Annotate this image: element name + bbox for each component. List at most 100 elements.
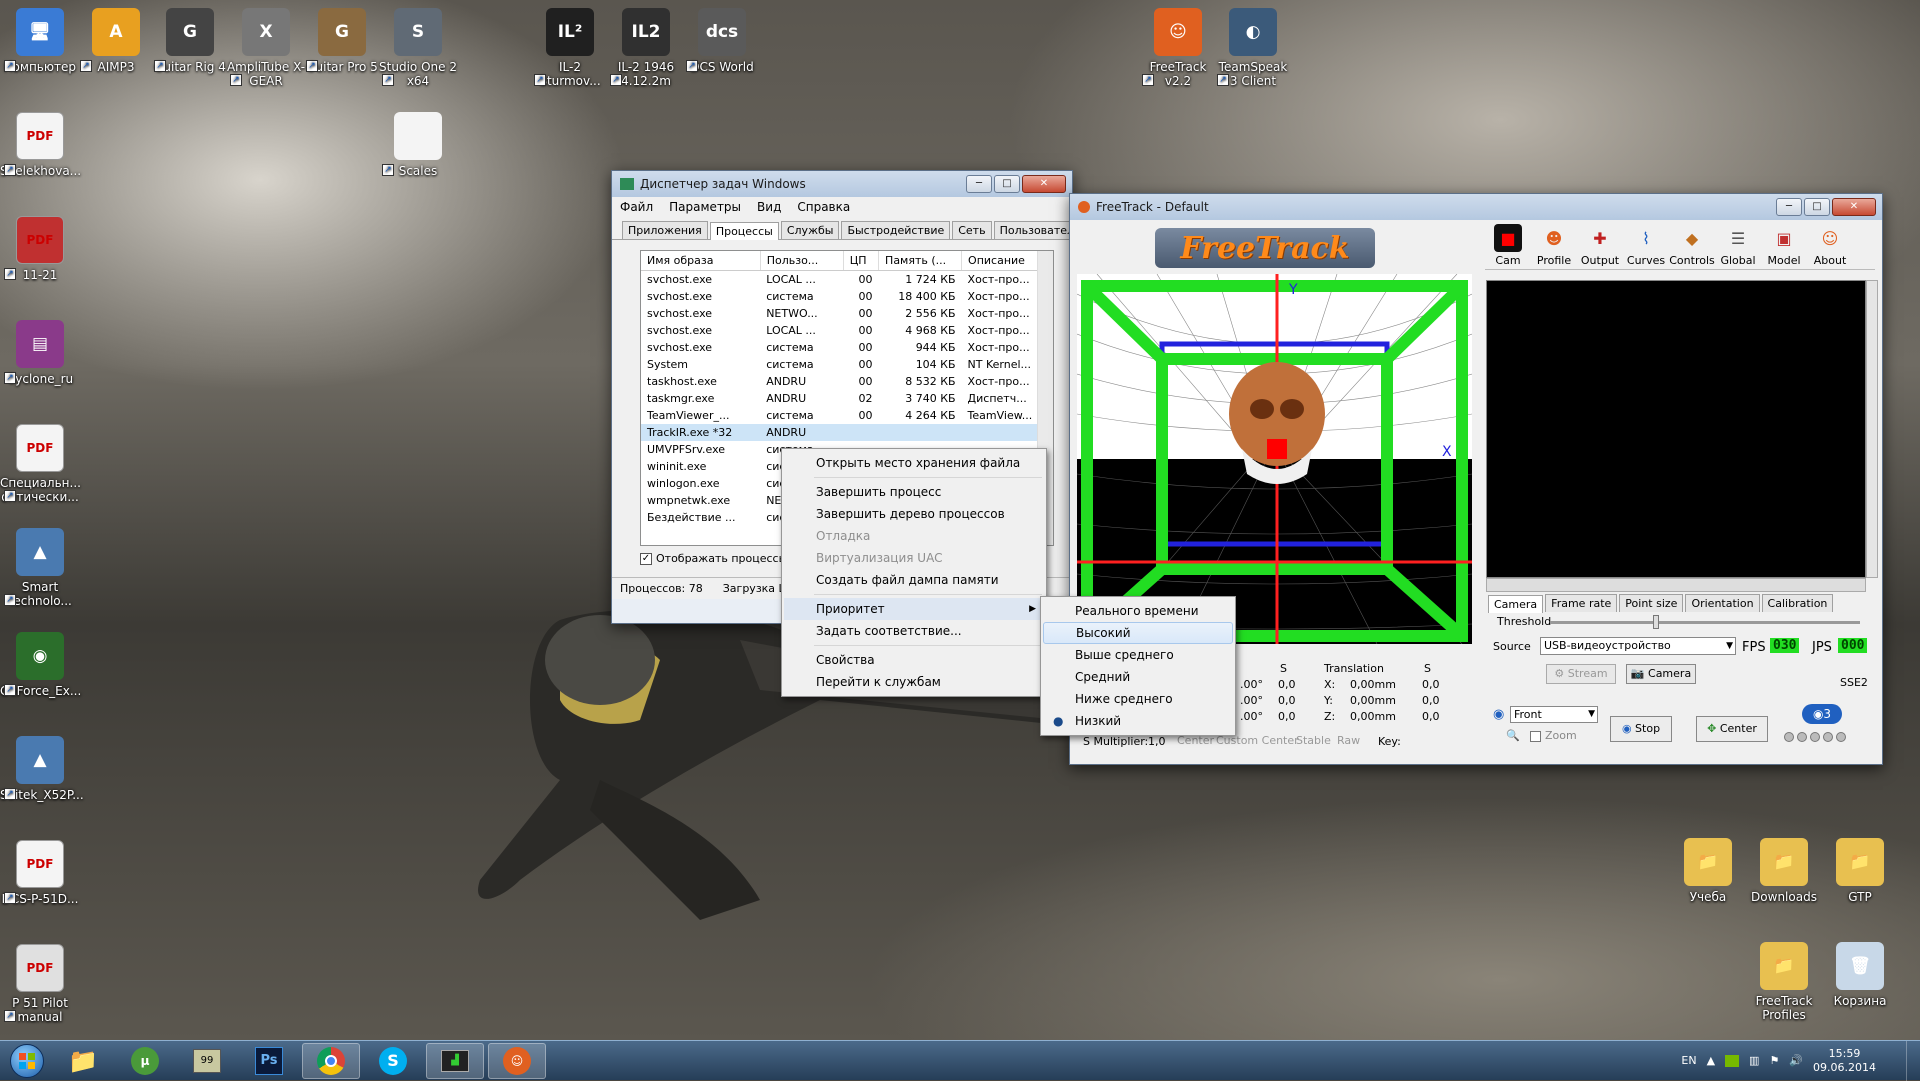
priority-low[interactable]: ● Низкий (1043, 710, 1233, 732)
taskbar-chrome[interactable] (302, 1042, 360, 1079)
menu-open-file-location[interactable]: Открыть место хранения файла (784, 452, 1044, 474)
tab-services[interactable]: Службы (780, 221, 840, 239)
desktop-icon[interactable]: 🗑 Корзина (1820, 942, 1900, 1008)
desktop-icon[interactable]: 🖥 ↗ Компьютер (0, 8, 80, 74)
desktop-icon[interactable]: 📁 FreeTrack Profiles (1744, 942, 1824, 1022)
network-tray-icon[interactable]: ▥ (1749, 1054, 1759, 1067)
taskbar-freetrack[interactable]: ☺ (488, 1042, 546, 1079)
desktop-icon[interactable]: S ↗ Studio One 2 x64 (378, 8, 458, 88)
menu-uac-virtualization[interactable]: Виртуализация UAC (784, 547, 1044, 569)
desktop-icon[interactable]: ☺ ↗ FreeTrack v2.2 (1138, 8, 1218, 88)
start-button[interactable] (0, 1041, 54, 1081)
desktop-icon[interactable]: ▤ ↗ Cyclone_ru (0, 320, 80, 386)
toolbar-profile[interactable]: ☻ Profile (1531, 224, 1577, 269)
minimize-button[interactable]: ─ (966, 175, 992, 193)
eye-icon[interactable]: ◉ (1493, 707, 1504, 722)
minimize-button[interactable]: ─ (1776, 198, 1802, 216)
desktop-icon[interactable]: PDF ↗ 11-21 (0, 216, 80, 282)
close-button[interactable]: ✕ (1832, 198, 1876, 216)
raw-option[interactable]: Raw (1337, 734, 1360, 747)
stop-button[interactable]: ◉ Stop (1610, 716, 1672, 742)
desktop-icon[interactable]: A ↗ AIMP3 (76, 8, 156, 74)
menu-end-process[interactable]: Завершить процесс (784, 481, 1044, 503)
show-all-checkbox[interactable]: ✓ (640, 552, 652, 565)
toolbar-curves[interactable]: ⌇ Curves (1623, 224, 1669, 269)
desktop-icon[interactable]: IL2 ↗ IL-2 1946 4.12.2m (606, 8, 686, 88)
column-header[interactable]: Память (... (878, 251, 963, 271)
priority-realtime[interactable]: Реального времени (1043, 600, 1233, 622)
menu-create-dump[interactable]: Создать файл дампа памяти (784, 569, 1044, 591)
language-indicator[interactable]: EN (1681, 1054, 1696, 1067)
table-row[interactable]: TrackIR.exe *32 ANDRU (641, 423, 1053, 441)
show-desktop-button[interactable] (1906, 1040, 1920, 1081)
menu-file[interactable]: Файл (620, 200, 653, 214)
view-select[interactable]: Front ▼ (1510, 706, 1598, 723)
toolbar-about[interactable]: ☺ About (1807, 224, 1853, 269)
desktop-icon[interactable]: ↗ Scales (378, 112, 458, 178)
center-button[interactable]: ✥ Center (1696, 716, 1768, 742)
toolbar-global[interactable]: ☰ Global (1715, 224, 1761, 269)
volume-tray-icon[interactable]: 🔊 (1789, 1054, 1803, 1067)
menu-end-process-tree[interactable]: Завершить дерево процессов (784, 503, 1044, 525)
task-manager-titlebar[interactable]: Диспетчер задач Windows ─ □ ✕ (612, 171, 1072, 197)
desktop-icon[interactable]: ◐ ↗ TeamSpeak 3 Client (1213, 8, 1293, 88)
table-row[interactable]: svchost.exe LOCAL ... 00 4 968 КБ Хост-про..… (641, 322, 1053, 339)
s-multiplier-value[interactable]: 1,0 (1148, 735, 1166, 748)
priority-high[interactable]: Высокий (1043, 622, 1233, 644)
desktop-icon[interactable]: X ↗ AmpliTube X-GEAR (226, 8, 306, 88)
menu-set-priority[interactable]: Приоритет ▶ (784, 598, 1044, 620)
table-row[interactable]: taskmgr.exe ANDRU 02 3 740 КБ Диспетч... (641, 390, 1053, 407)
toolbar-model[interactable]: ▣ Model (1761, 224, 1807, 269)
tab-camera[interactable]: Camera (1488, 595, 1544, 613)
source-select[interactable]: USB-видеоустройство ▼ (1540, 637, 1736, 655)
camera-preview-vscroll[interactable] (1866, 280, 1878, 578)
taskbar-explorer[interactable]: 📁 (54, 1043, 112, 1079)
desktop-icon[interactable]: 📁 GTP (1820, 838, 1900, 904)
desktop-icon[interactable]: PDF ↗ P 51 Pilot manual (0, 944, 80, 1024)
tray-arrow-icon[interactable]: ▲ (1707, 1054, 1715, 1067)
desktop-icon[interactable]: 📁 Учеба (1668, 838, 1748, 904)
menu-properties[interactable]: Свойства (784, 649, 1044, 671)
table-row[interactable]: svchost.exe система 00 18 400 КБ Хост-про... (641, 288, 1053, 305)
priority-above-normal[interactable]: Выше среднего (1043, 644, 1233, 666)
column-header[interactable]: Пользо... (760, 251, 844, 271)
freetrack-titlebar[interactable]: FreeTrack - Default ─ □ ✕ (1070, 194, 1882, 220)
menu-help[interactable]: Справка (797, 200, 850, 214)
tab-applications[interactable]: Приложения (622, 221, 708, 239)
desktop-icon[interactable]: ▲ ↗ Saitek_X52P... (0, 736, 84, 802)
table-row[interactable]: TeamViewer_... система 00 4 264 КБ TeamView.… (641, 407, 1053, 424)
desktop-icon[interactable]: IL² ↗ IL-2 Sturmov... (530, 8, 610, 88)
desktop-icon[interactable]: PDF ↗ Специальн... оптически... (0, 424, 81, 504)
toolbar-cam[interactable]: ■ Cam (1485, 224, 1531, 269)
desktop-icon[interactable]: ◉ ↗ GeForce_Ex... (0, 632, 81, 698)
desktop-icon[interactable]: ▲ ↗ Smart Technolo... (0, 528, 80, 608)
menu-view[interactable]: Вид (757, 200, 781, 214)
table-row[interactable]: svchost.exe система 00 944 КБ Хост-про... (641, 339, 1053, 356)
threshold-slider[interactable] (1550, 615, 1860, 629)
desktop-icon[interactable]: 📁 Downloads (1744, 838, 1824, 904)
priority-normal[interactable]: Средний (1043, 666, 1233, 688)
table-row[interactable]: svchost.exe LOCAL ... 00 1 724 КБ Хост-про..… (641, 271, 1053, 288)
desktop-icon[interactable]: PDF ↗ DCS-P-51D... (0, 840, 80, 906)
column-header[interactable]: Имя образа (641, 251, 761, 271)
camera-button[interactable]: 📷 Camera (1626, 664, 1696, 684)
tab-performance[interactable]: Быстродействие (841, 221, 951, 239)
menu-set-affinity[interactable]: Задать соответствие... (784, 620, 1044, 642)
toolbar-controls[interactable]: ◆ Controls (1669, 224, 1715, 269)
stream-button[interactable]: ⚙ Stream (1546, 664, 1616, 684)
tab-calibration[interactable]: Calibration (1761, 594, 1834, 612)
clock[interactable]: 15:59 09.06.2014 (1813, 1047, 1876, 1075)
toolbar-output[interactable]: ✚ Output (1577, 224, 1623, 269)
tab-frame-rate[interactable]: Frame rate (1545, 594, 1618, 612)
menu-debug[interactable]: Отладка (784, 525, 1044, 547)
maximize-button[interactable]: □ (994, 175, 1020, 193)
tab-processes[interactable]: Процессы (709, 222, 779, 240)
desktop-icon[interactable]: PDF ↗ Shelekhova... (0, 112, 81, 178)
priority-below-normal[interactable]: Ниже среднего (1043, 688, 1233, 710)
tab-network[interactable]: Сеть (952, 221, 992, 239)
desktop-icon[interactable]: G ↗ Guitar Pro 5 (302, 8, 382, 74)
taskbar-task-manager[interactable]: ▟ (426, 1042, 484, 1079)
stable-option[interactable]: Stable (1296, 734, 1331, 747)
maximize-button[interactable]: □ (1804, 198, 1830, 216)
table-row[interactable]: System система 00 104 КБ NT Kernel... (641, 356, 1053, 373)
